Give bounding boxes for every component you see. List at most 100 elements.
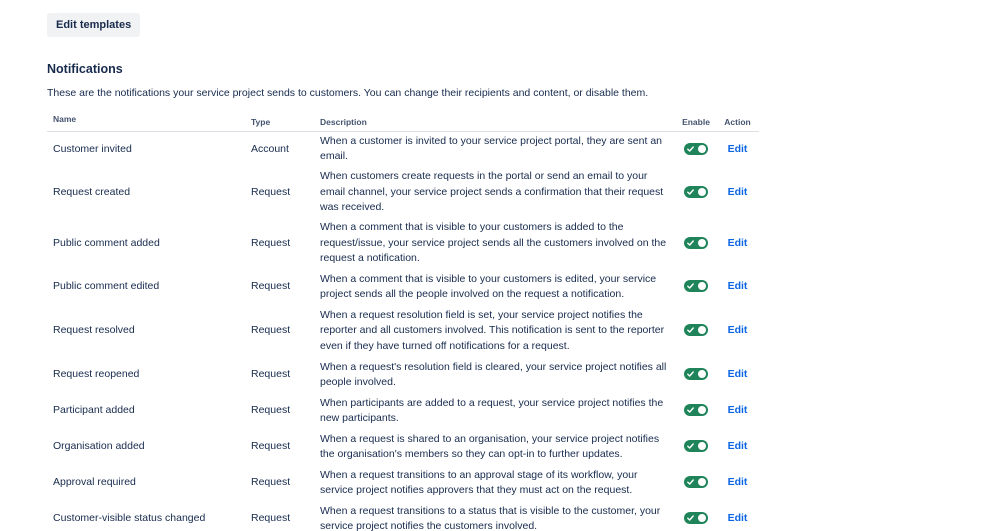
toggle-knob bbox=[698, 370, 706, 379]
row-type: Account bbox=[251, 142, 289, 155]
check-icon bbox=[687, 443, 694, 450]
enable-toggle[interactable] bbox=[684, 476, 708, 489]
toggle-knob bbox=[698, 144, 706, 153]
toggle-knob bbox=[698, 478, 706, 487]
row-action-cell: Edit bbox=[716, 218, 759, 269]
row-name: Customer invited bbox=[53, 142, 132, 155]
toggle-knob bbox=[698, 406, 706, 415]
check-icon bbox=[687, 371, 694, 378]
row-action-cell: Edit bbox=[716, 393, 759, 429]
edit-link[interactable]: Edit bbox=[728, 404, 748, 416]
check-icon bbox=[687, 189, 694, 195]
row-type: Request bbox=[251, 236, 291, 249]
row-name: Organisation added bbox=[53, 440, 145, 453]
row-name: Approval required bbox=[53, 476, 136, 489]
edit-link[interactable]: Edit bbox=[728, 440, 748, 452]
enable-toggle[interactable] bbox=[684, 280, 708, 293]
row-name: Public comment edited bbox=[53, 280, 160, 293]
edit-link[interactable]: Edit bbox=[728, 476, 748, 488]
enable-toggle[interactable] bbox=[684, 142, 708, 155]
row-description: When customers create requests in the po… bbox=[320, 170, 664, 214]
row-enable-cell bbox=[676, 501, 716, 531]
row-description: When a request's resolution field is cle… bbox=[320, 360, 667, 389]
enable-toggle[interactable] bbox=[684, 404, 708, 417]
check-icon bbox=[687, 240, 694, 246]
section-title: Notifications bbox=[47, 62, 123, 76]
row-type: Request bbox=[251, 368, 291, 381]
check-icon bbox=[687, 283, 694, 290]
row-type: Request bbox=[251, 404, 291, 417]
row-action-cell: Edit bbox=[716, 131, 759, 167]
column-header-type[interactable]: Type bbox=[247, 110, 314, 132]
check-icon bbox=[687, 327, 694, 334]
enable-toggle[interactable] bbox=[684, 236, 708, 249]
edit-link[interactable]: Edit bbox=[728, 186, 748, 198]
row-description: When a request is shared to an organisat… bbox=[320, 432, 660, 461]
table-row: Customer-visible status changed Request Wh… bbox=[47, 501, 759, 531]
row-description: When a comment that is visible to your c… bbox=[320, 272, 657, 301]
row-enable-cell bbox=[676, 305, 716, 357]
column-header-action: Action bbox=[716, 110, 759, 132]
check-icon bbox=[687, 515, 694, 522]
row-type: Request bbox=[251, 476, 291, 489]
row-enable-cell bbox=[676, 465, 716, 501]
row-action-cell: Edit bbox=[716, 305, 759, 357]
row-description: When a request resolution field is set, … bbox=[320, 308, 665, 352]
table-row: Organisation added Request When a request … bbox=[47, 429, 759, 465]
toggle-knob bbox=[698, 187, 706, 196]
row-name: Public comment added bbox=[53, 236, 160, 249]
toggle-knob bbox=[698, 442, 706, 451]
row-description: When a comment that is visible to your c… bbox=[320, 221, 667, 265]
enable-toggle[interactable] bbox=[684, 185, 708, 198]
row-description: When a request transitions to an approva… bbox=[320, 468, 638, 497]
row-name: Request created bbox=[53, 185, 131, 198]
notifications-settings-page: Edit templates Notifications These are t… bbox=[0, 0, 999, 531]
row-type: Request bbox=[251, 324, 291, 337]
edit-link[interactable]: Edit bbox=[728, 237, 748, 249]
row-enable-cell bbox=[676, 218, 716, 269]
table-row: Approval required Request When a request t… bbox=[47, 465, 759, 501]
table-row: Customer invited Account When a customer i… bbox=[47, 131, 759, 167]
check-icon bbox=[687, 146, 694, 152]
notifications-table: Name Type Description Enable Action Cust… bbox=[47, 110, 759, 531]
column-header-enable: Enable bbox=[676, 110, 716, 132]
row-type: Request bbox=[251, 280, 291, 293]
toggle-knob bbox=[698, 282, 706, 291]
column-header-description[interactable]: Description bbox=[314, 110, 676, 132]
edit-link[interactable]: Edit bbox=[728, 368, 748, 380]
table-row: Public comment added Request When a commen… bbox=[47, 218, 759, 269]
row-description: When participants are added to a request… bbox=[320, 396, 664, 425]
edit-templates-button[interactable]: Edit templates bbox=[47, 13, 141, 37]
check-icon bbox=[687, 479, 694, 486]
edit-link[interactable]: Edit bbox=[728, 143, 748, 155]
row-action-cell: Edit bbox=[716, 429, 759, 465]
column-header-name[interactable]: Name bbox=[47, 110, 247, 132]
toggle-knob bbox=[698, 514, 706, 523]
row-action-cell: Edit bbox=[716, 465, 759, 501]
table-row: Public comment edited Request When a comme… bbox=[47, 269, 759, 305]
row-name: Customer-visible status changed bbox=[53, 512, 206, 525]
table-row: Request reopened Request When a request's … bbox=[47, 357, 759, 393]
toggle-knob bbox=[698, 238, 706, 247]
row-name: Participant added bbox=[53, 404, 135, 417]
row-action-cell: Edit bbox=[716, 269, 759, 305]
table-row: Request created Request When customers cre… bbox=[47, 167, 759, 218]
edit-link[interactable]: Edit bbox=[728, 512, 748, 524]
enable-toggle[interactable] bbox=[684, 440, 708, 453]
row-enable-cell bbox=[676, 131, 716, 167]
row-type: Request bbox=[251, 185, 291, 198]
toggle-knob bbox=[698, 326, 706, 335]
enable-toggle[interactable] bbox=[684, 368, 708, 381]
check-icon bbox=[687, 407, 694, 414]
section-description: These are the notifications your service… bbox=[47, 87, 649, 99]
edit-link[interactable]: Edit bbox=[728, 324, 748, 336]
enable-toggle[interactable] bbox=[684, 512, 708, 525]
edit-link[interactable]: Edit bbox=[728, 280, 748, 292]
row-action-cell: Edit bbox=[716, 501, 759, 531]
row-enable-cell bbox=[676, 429, 716, 465]
enable-toggle[interactable] bbox=[684, 324, 708, 337]
row-type: Request bbox=[251, 440, 291, 453]
row-type: Request bbox=[251, 512, 291, 525]
table-row: Request resolved Request When a request re… bbox=[47, 305, 759, 357]
row-action-cell: Edit bbox=[716, 357, 759, 393]
